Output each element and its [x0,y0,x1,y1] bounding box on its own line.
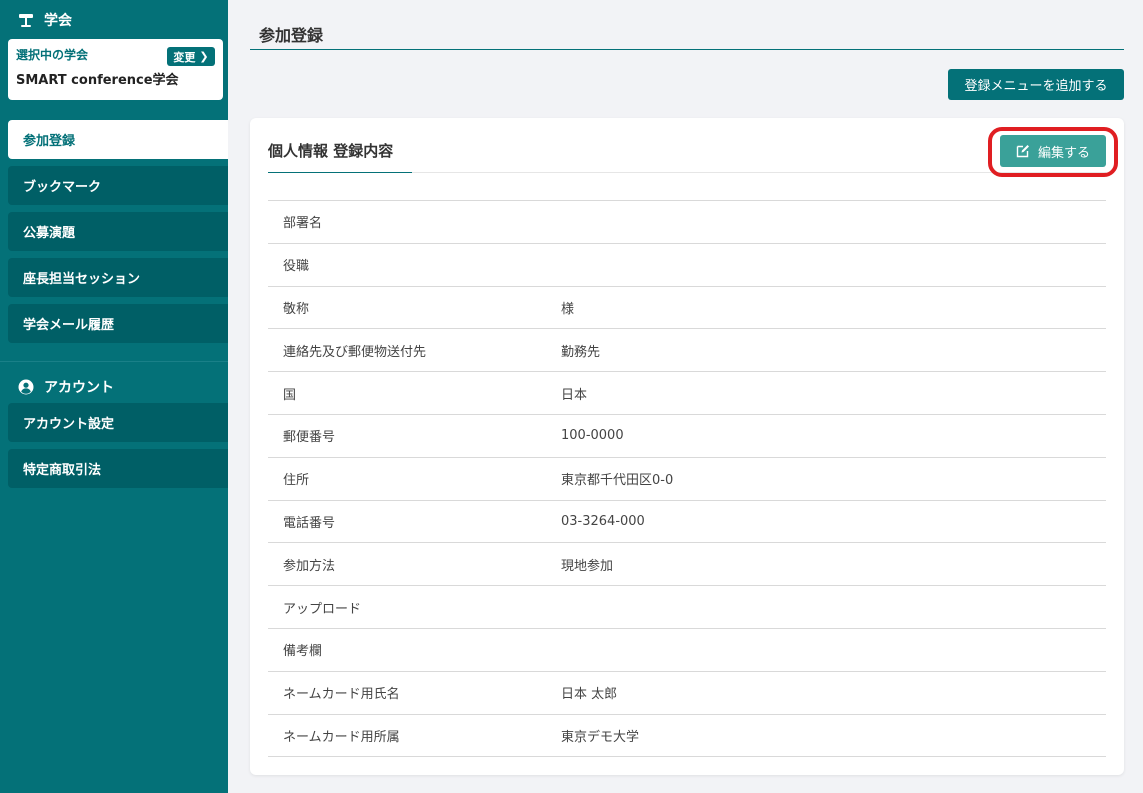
sidebar-item-label: 座長担当セッション [23,272,141,287]
add-menu-label: 登録メニューを追加する [964,79,1108,94]
table-row: 郵便番号 100-0000 [268,415,1106,458]
field-label: アップロード [283,601,362,617]
table-row: 国 日本 [268,372,1106,415]
field-value: 様 [561,301,575,317]
sidebar-item-abstracts[interactable]: 公募演題 [8,212,228,251]
field-value: 日本 [561,387,588,403]
field-label: 電話番号 [283,515,336,531]
conference-section-header: 学会 [0,0,228,40]
table-row: ネームカード用氏名 日本 太郎 [268,672,1106,715]
table-row: 参加方法 現地参加 [268,543,1106,587]
page-title-divider [250,49,1124,50]
edit-icon [1016,144,1030,158]
field-value: 東京都千代田区0-0 [561,473,674,489]
table-row: 役職 [268,244,1106,287]
sidebar-item-label: アカウント設定 [23,417,115,432]
table-row: 住所 東京都千代田区0-0 [268,458,1106,501]
card-title: 個人情報 登録内容 [268,142,394,160]
registration-details-table: 部署名 役職 敬称 様 連絡先及び郵便物送付先 勤務先 国 日本 郵便番号 100-00… [268,200,1106,758]
table-row: 部署名 [268,201,1106,244]
sidebar-item-registration[interactable]: 参加登録 [8,120,228,159]
user-circle-icon [18,379,34,395]
field-label: ネームカード用所属 [283,729,400,745]
field-label: 国 [283,387,297,403]
sidebar-item-mail-history[interactable]: 学会メール履歴 [8,304,228,343]
sidebar-item-label: 特定商取引法 [23,463,102,478]
card-title-underline [268,172,412,173]
lectern-icon [18,12,34,28]
field-value: 現地参加 [561,558,614,574]
change-conference-button[interactable]: 変更 ❯ [167,47,215,66]
field-label: ネームカード用氏名 [283,687,400,703]
sidebar-item-label: 公募演題 [23,226,76,241]
account-section-header: アカウント [0,367,228,407]
sidebar-item-label: 参加登録 [23,134,76,149]
table-row: 連絡先及び郵便物送付先 勤務先 [268,329,1106,373]
edit-label: 編集する [1037,145,1090,161]
sidebar-item-label: ブックマーク [23,180,102,195]
field-label: 郵便番号 [283,430,336,446]
table-row: アップロード [268,586,1106,629]
table-row: 敬称 様 [268,287,1106,330]
field-value: 勤務先 [561,344,601,360]
sidebar-item-bookmark[interactable]: ブックマーク [8,166,228,205]
chevron-right-icon: ❯ [199,50,209,63]
sidebar-item-commercial-law[interactable]: 特定商取引法 [8,449,228,488]
add-registration-menu-button[interactable]: 登録メニューを追加する [948,69,1124,100]
personal-info-card: 個人情報 登録内容 編集する 部署名 役職 敬称 様 連絡先及び郵便物送付先 勤務先… [250,118,1124,775]
table-row: ネームカード用所属 東京デモ大学 [268,715,1106,758]
table-row: 備考欄 [268,629,1106,672]
sidebar-item-chair-sessions[interactable]: 座長担当セッション [8,258,228,297]
conference-section-label: 学会 [44,13,72,29]
field-value: 日本 太郎 [561,687,618,703]
field-label: 備考欄 [283,644,323,660]
sidebar-item-label: 学会メール履歴 [23,318,115,333]
field-label: 部署名 [283,216,323,232]
field-value: 03-3264-000 [561,513,645,529]
field-value: 100-0000 [561,428,624,444]
page-title: 参加登録 [259,26,324,45]
sidebar: 学会 選択中の学会 SMART conference学会 変更 ❯ 参加登録 ブ… [0,0,228,793]
field-label: 敬称 [283,301,310,317]
field-label: 参加方法 [283,558,336,574]
field-label: 役職 [283,259,310,275]
edit-button[interactable]: 編集する [1000,135,1106,167]
sidebar-item-account-settings[interactable]: アカウント設定 [8,403,228,442]
table-row: 電話番号 03-3264-000 [268,501,1106,544]
field-value: 東京デモ大学 [561,729,640,745]
change-label: 変更 [173,50,196,64]
sidebar-divider [0,361,228,362]
account-section-label: アカウント [44,380,114,396]
field-label: 住所 [283,473,310,489]
conference-name: SMART conference学会 [16,73,179,88]
selected-conference-card: 選択中の学会 SMART conference学会 変更 ❯ [8,39,223,100]
field-label: 連絡先及び郵便物送付先 [283,344,427,360]
